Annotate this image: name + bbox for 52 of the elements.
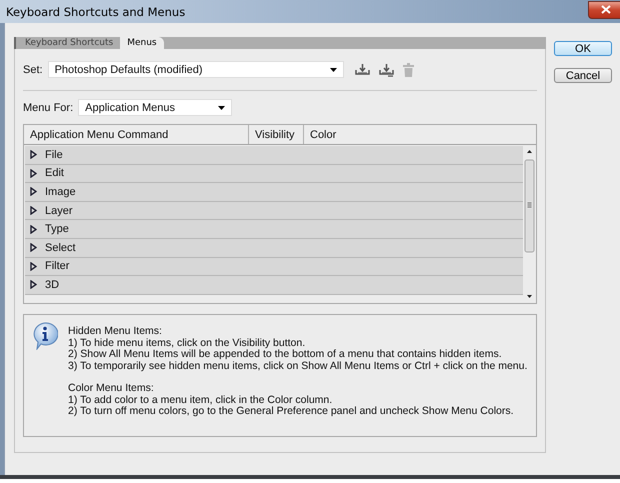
expand-triangle-icon[interactable]	[30, 224, 37, 234]
expand-triangle-icon[interactable]	[30, 206, 37, 216]
set-dropdown[interactable]: Photoshop Defaults (modified)	[48, 61, 344, 78]
menu-row[interactable]: Image	[25, 183, 523, 202]
menu-name: Image	[45, 186, 76, 198]
menu-name: Type	[45, 223, 69, 236]
info-heading: Hidden Menu Items:	[68, 326, 163, 338]
menu-row[interactable]: Layer	[25, 202, 523, 220]
menu-name: Filter	[45, 260, 70, 272]
menu-row[interactable]: Type	[25, 220, 523, 239]
trash-icon	[402, 62, 414, 76]
menu-name: Layer	[45, 204, 73, 217]
expand-triangle-icon[interactable]	[30, 150, 37, 160]
menu-for-dropdown[interactable]: Application Menus	[78, 99, 232, 116]
info-heading: Color Menu Items:	[68, 383, 155, 394]
save-icon	[354, 62, 370, 76]
info-icon	[32, 322, 58, 350]
menu-name: 3D	[45, 278, 60, 291]
menu-name: Select	[45, 242, 76, 254]
close-icon	[601, 5, 611, 14]
info-text: 2) Show All Menu Items will be appended to the bottom of a menu that contains hidden items.	[68, 349, 503, 360]
menu-row[interactable]: Select	[25, 238, 523, 258]
tab[interactable]: Menus	[120, 37, 164, 49]
info-text: 1) To hide menu items, click on the Visibility button.	[68, 338, 306, 348]
menu-name: Edit	[45, 167, 64, 180]
menu-row[interactable]: Filter	[25, 258, 523, 276]
menu-name: File	[45, 148, 63, 161]
save-button[interactable]	[376, 62, 396, 76]
expand-triangle-icon[interactable]	[30, 168, 37, 178]
expand-triangle-icon[interactable]	[30, 280, 37, 290]
menu-row[interactable]: Edit	[25, 164, 523, 184]
info-text: 3) To temporarily see hidden menu items, click on Show All Menu Items or Ctrl + click on the menu.	[68, 360, 528, 372]
expand-triangle-icon[interactable]	[30, 262, 37, 271]
save-as-icon	[378, 62, 394, 76]
window-title: Keyboard Shortcuts and Menus	[6, 4, 186, 18]
menu-row[interactable]: 3D	[25, 276, 523, 295]
expand-triangle-icon[interactable]	[30, 187, 37, 196]
save-button[interactable]	[352, 62, 372, 76]
info-text: 1) To add color to a menu item, click in the Color column.	[68, 394, 334, 406]
column-header[interactable]: Visibility	[249, 125, 304, 144]
set-label: Set:	[23, 64, 43, 76]
cancel-button[interactable]: Cancel	[554, 68, 612, 83]
menu-for-label: Menu For:	[23, 102, 74, 114]
column-header[interactable]: Color	[304, 125, 536, 144]
ok-button[interactable]: OK	[554, 41, 612, 56]
expand-triangle-icon[interactable]	[30, 243, 37, 252]
dropdown-arrow-icon	[218, 106, 226, 110]
menu-row[interactable]: File	[25, 146, 523, 165]
info-text: 2) To turn off menu colors, go to the General Preference panel and uncheck Show Menu Colors.	[68, 406, 515, 418]
dropdown-arrow-icon	[330, 68, 337, 72]
column-header[interactable]: Application Menu Command	[24, 125, 249, 144]
close-button[interactable]	[588, 0, 620, 18]
